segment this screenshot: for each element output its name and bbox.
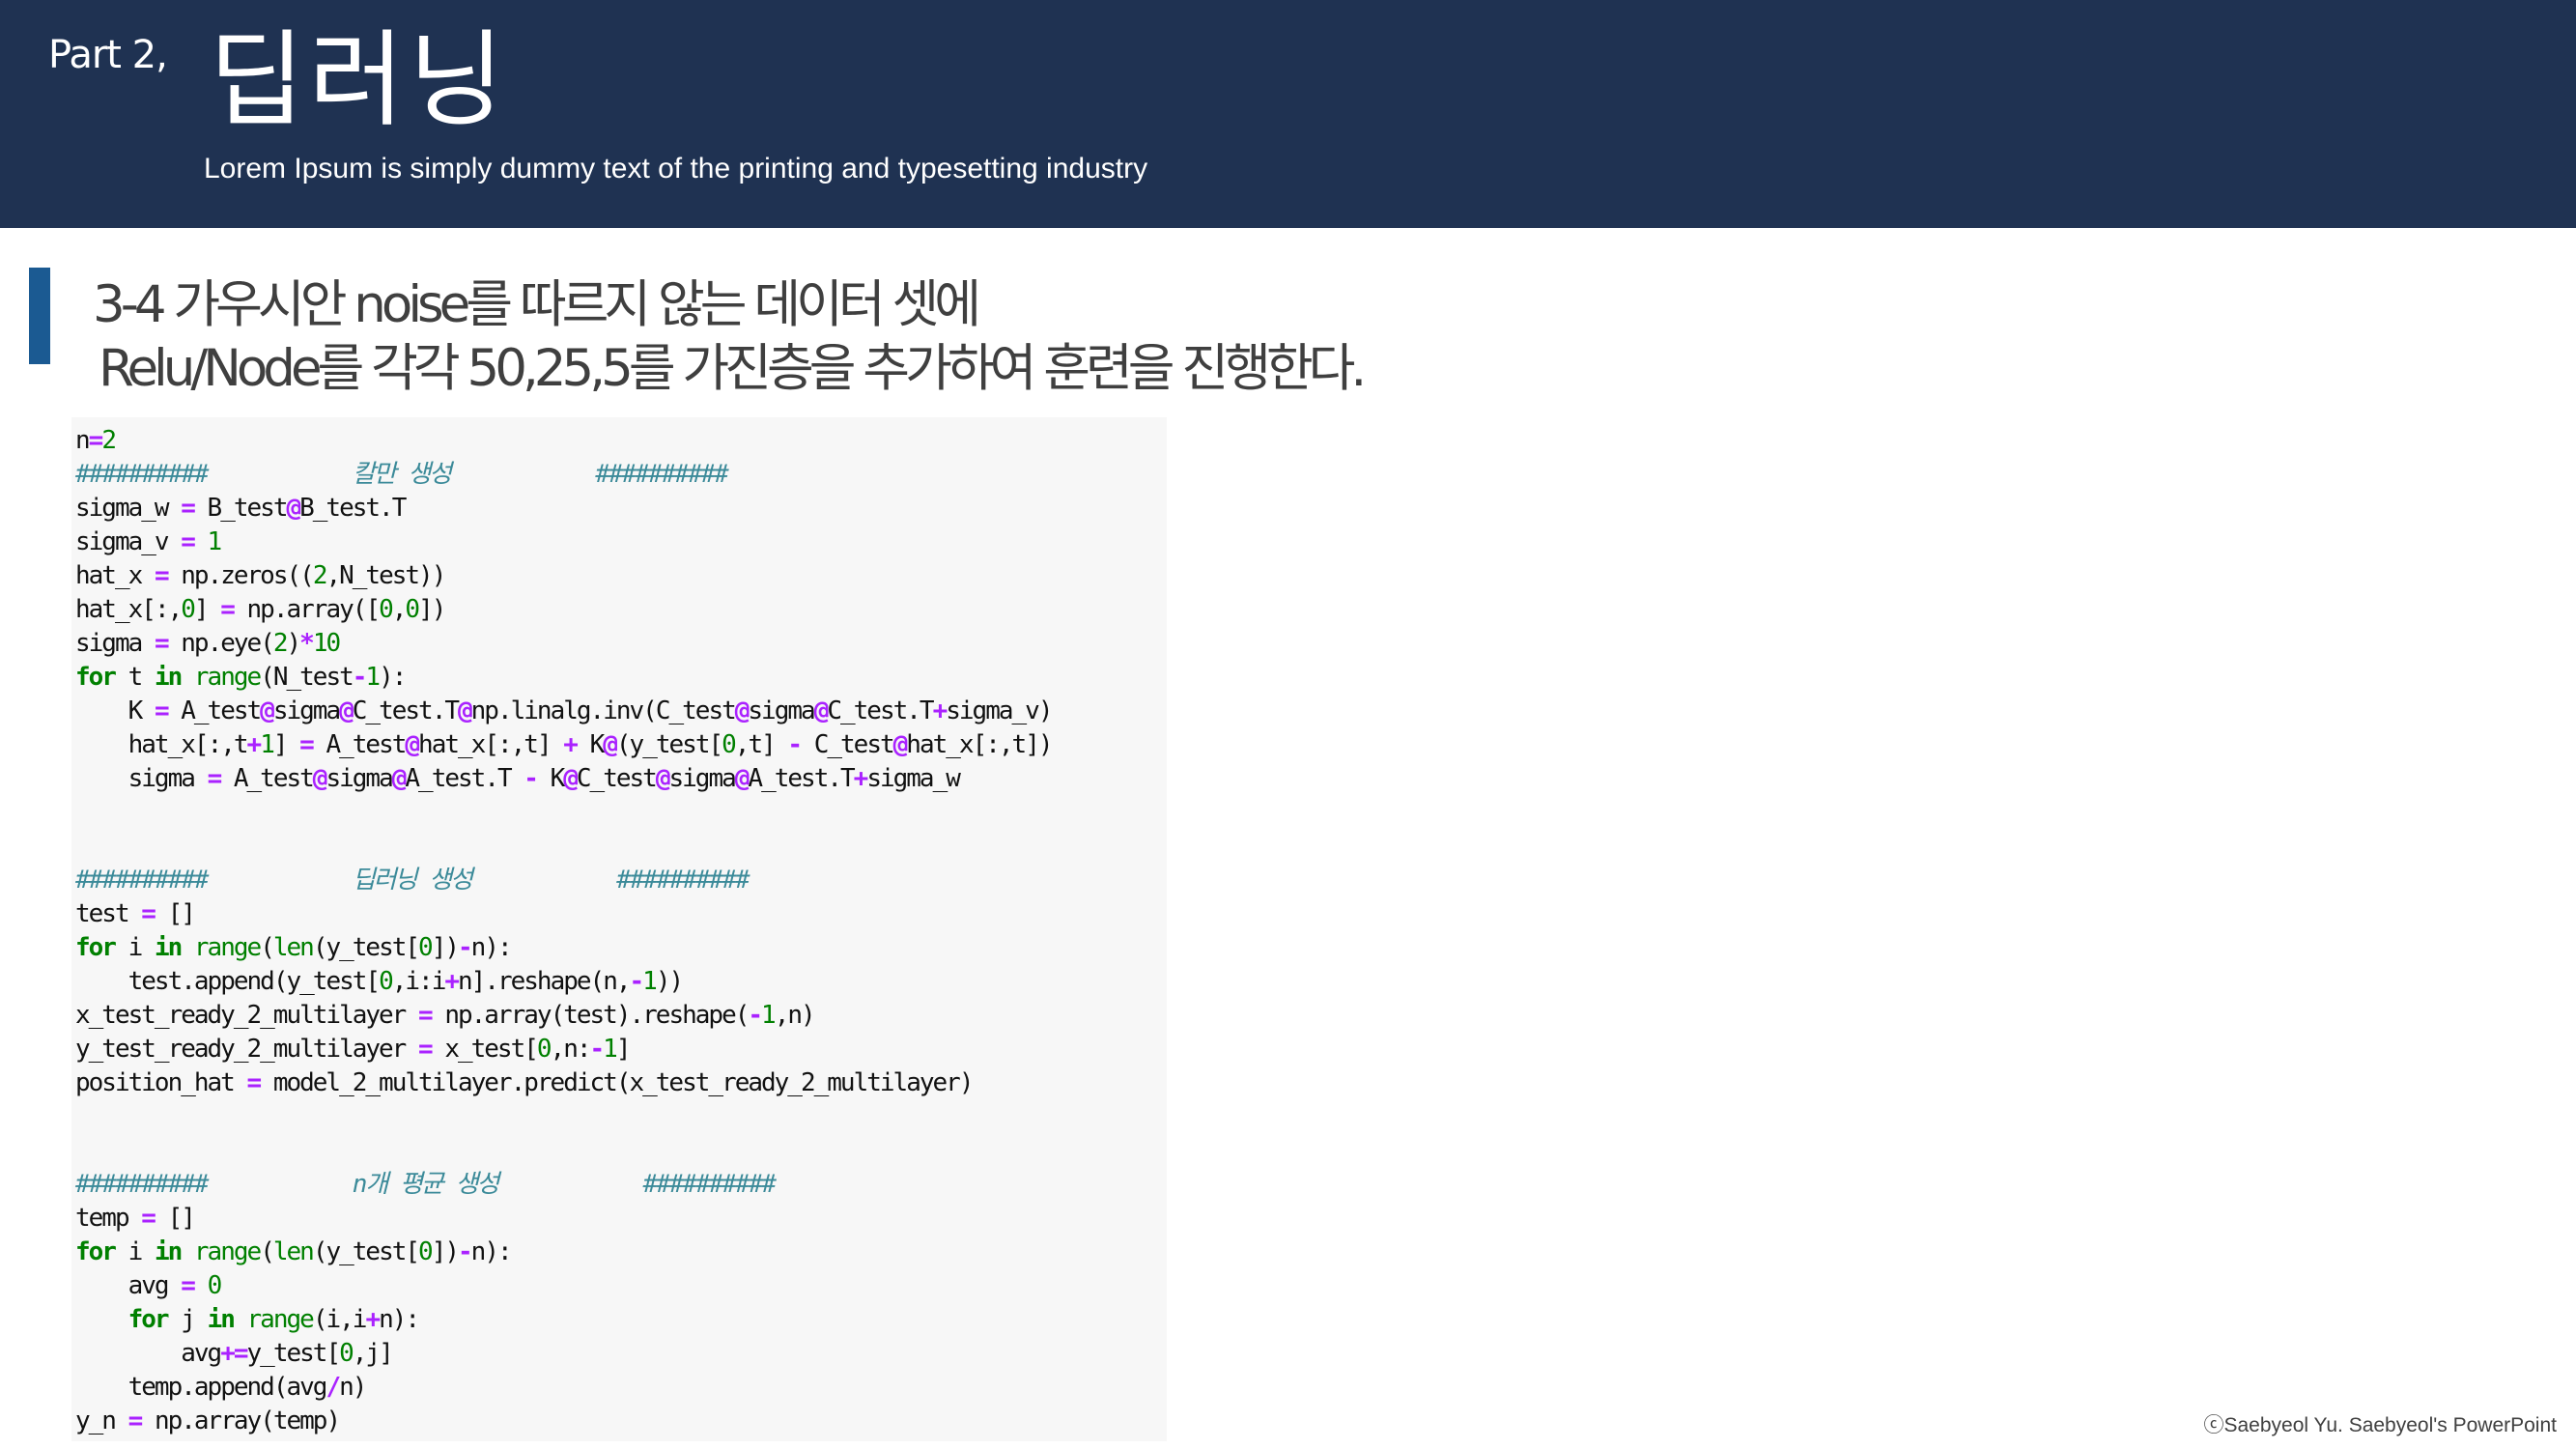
code-line: ########## 칼만 생성 ########## xyxy=(75,460,729,489)
heading-accent-bar xyxy=(29,268,50,364)
code-line: sigma_w = B_test@B_test.T xyxy=(75,494,407,523)
code-line: test.append(y_test[0,i:i+n].reshape(n,-1… xyxy=(127,967,684,996)
code-block: n=2 ########## 칼만 생성 ########## sigma_w = … xyxy=(71,417,1167,1441)
code-line: sigma = np.eye(2)*10 xyxy=(75,629,341,658)
code-line: y_n = np.array(temp) xyxy=(75,1406,341,1435)
code-line: avg+=y_test[0,j] xyxy=(181,1339,393,1368)
page-subtitle: Lorem Ipsum is simply dummy text of the … xyxy=(204,153,1148,185)
code-line: temp.append(avg/n) xyxy=(127,1373,368,1402)
header-banner: Part 2, 딥러닝 Lorem Ipsum is simply dummy … xyxy=(0,0,2576,228)
code-line: test = [] xyxy=(75,899,196,928)
copyright-footer: ⓒSaebyeol Yu. Saebyeol's PowerPoint xyxy=(2203,1414,2557,1436)
code-line: hat_x[:,0] = np.array([0,0]) xyxy=(75,595,446,624)
code-line: x_test_ready_2_multilayer = np.array(tes… xyxy=(75,1001,816,1030)
section-heading-line-1: 3-4 가우시안 noise를 따르지 않는 데이터 셋에 xyxy=(93,275,981,334)
code-line: n=2 xyxy=(75,426,117,455)
code-line: for i in range(len(y_test[0])-n): xyxy=(75,1237,513,1266)
section-heading: 3-4 가우시안 noise를 따르지 않는 데이터 셋에 Relu/Node를… xyxy=(93,273,1367,401)
code-line: y_test_ready_2_multilayer = x_test[0,n:-… xyxy=(75,1035,631,1064)
code-line: ########## n개 평균 생성 ########## xyxy=(75,1170,777,1199)
code-line: K = A_test@sigma@C_test.T@np.linalg.inv(… xyxy=(127,696,1054,725)
code-line: temp = [] xyxy=(75,1204,196,1233)
part-label: Part 2, xyxy=(48,33,168,77)
page-title: 딥러닝 xyxy=(209,20,509,141)
code-line: hat_x = np.zeros((2,N_test)) xyxy=(75,561,446,590)
code-line: for j in range(i,i+n): xyxy=(127,1305,420,1334)
code-line: position_hat = model_2_multilayer.predic… xyxy=(75,1068,974,1097)
code-line: sigma_v = 1 xyxy=(75,527,222,556)
code-line: hat_x[:,t+1] = A_test@hat_x[:,t] + K@(y_… xyxy=(127,730,1054,759)
code-line: for i in range(len(y_test[0])-n): xyxy=(75,933,513,962)
code-line: for t in range(N_test-1): xyxy=(75,663,407,692)
section-heading-line-2: Relu/Node를 각각 50,25,5를 가진층을 추가하여 훈련을 진행한… xyxy=(99,339,1367,398)
code-line: ########## 딥러닝 생성 ########## xyxy=(75,866,750,895)
code-line: avg = 0 xyxy=(127,1271,223,1300)
code-listing: n=2 ########## 칼만 생성 ########## sigma_w = … xyxy=(75,424,1054,1438)
code-line: sigma = A_test@sigma@A_test.T - K@C_test… xyxy=(127,764,961,793)
